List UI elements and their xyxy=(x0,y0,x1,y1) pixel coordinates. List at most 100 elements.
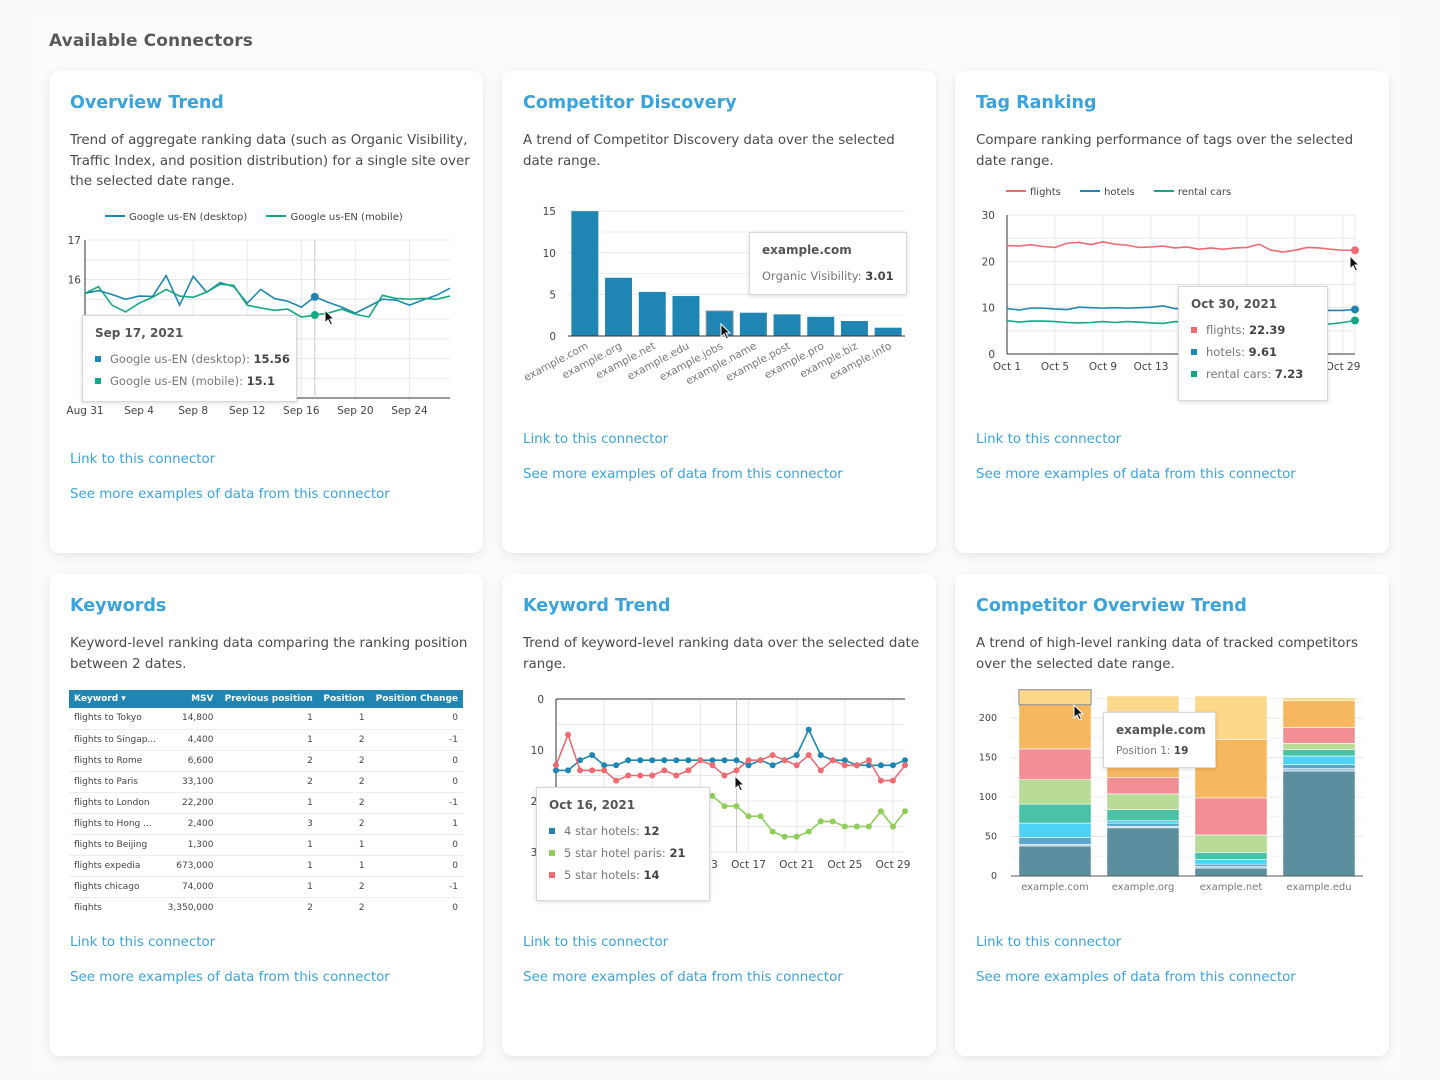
y-tick-label: 200 xyxy=(979,713,997,724)
card-keyword-trend: Keyword Trend Trend of keyword-level ran… xyxy=(502,574,936,1056)
data-point xyxy=(805,828,812,835)
x-tick-label: Oct 9 xyxy=(1089,361,1117,373)
data-point xyxy=(709,757,716,764)
table-cell: 0 xyxy=(369,855,463,877)
data-point xyxy=(841,757,848,764)
table-cell: 6,600 xyxy=(162,750,219,772)
see-more-examples-link[interactable]: See more examples of data from this conn… xyxy=(523,467,843,482)
competitor-discovery-chart[interactable]: 0 5 10 15 example.com example.org example.net e… xyxy=(522,199,922,399)
tooltip-row: Google us-EN (desktop): 15.56 xyxy=(95,352,290,366)
table-cell: flights to Beijing xyxy=(69,834,163,856)
swatch-icon xyxy=(1191,327,1197,333)
stacked-bar-segment xyxy=(1106,827,1180,877)
column-header[interactable]: Position Change xyxy=(369,690,463,708)
link-to-connector[interactable]: Link to this connector xyxy=(976,432,1121,447)
data-point xyxy=(769,762,776,769)
legend-item[interactable]: Google us-EN (mobile) xyxy=(266,212,403,223)
stacked-bar-segment xyxy=(1018,779,1092,805)
data-point xyxy=(793,833,800,840)
stacked-bar-segment xyxy=(1282,743,1356,750)
link-to-connector[interactable]: Link to this connector xyxy=(70,935,215,950)
data-point xyxy=(673,757,680,764)
data-point xyxy=(853,762,860,769)
x-tick-label: example.com xyxy=(1021,882,1089,893)
legend-item[interactable]: flights xyxy=(1006,187,1061,198)
stacked-bar-segment xyxy=(1282,764,1356,769)
y-tick-label: 0 xyxy=(549,331,556,343)
see-more-examples-link[interactable]: See more examples of data from this conn… xyxy=(70,487,390,502)
column-header[interactable]: Keyword ▾ xyxy=(69,690,163,708)
table-cell: 1 xyxy=(218,876,318,898)
link-to-connector[interactable]: Link to this connector xyxy=(523,432,668,447)
data-point xyxy=(625,757,632,764)
column-header[interactable]: MSV xyxy=(162,690,219,708)
table-header-row: Keyword ▾ MSV Previous position Position Pos… xyxy=(69,690,463,708)
series-line xyxy=(84,273,451,314)
legend-item[interactable]: Google us-EN (desktop) xyxy=(105,212,247,223)
table-row: flights expedia 673,000 1 1 0 xyxy=(69,855,463,877)
swatch-icon xyxy=(549,828,555,834)
see-more-examples-link[interactable]: See more examples of data from this conn… xyxy=(976,467,1296,482)
table-cell: 2 xyxy=(317,771,370,793)
x-tick-label: Sep 16 xyxy=(283,405,320,417)
table-cell: 4,400 xyxy=(162,729,219,751)
link-to-connector[interactable]: Link to this connector xyxy=(523,935,668,950)
data-point xyxy=(589,752,596,759)
table-row: flights 3,350,000 2 2 0 xyxy=(69,897,463,911)
y-tick-label: 15 xyxy=(543,206,556,218)
data-point xyxy=(745,762,752,769)
see-more-examples-link[interactable]: See more examples of data from this conn… xyxy=(523,970,843,985)
data-point xyxy=(781,757,788,764)
data-point xyxy=(709,762,716,769)
stacked-bar-segment xyxy=(1282,697,1356,702)
chart-legend: Google us-EN (desktop) Google us-EN (mob… xyxy=(105,212,419,223)
stacked-bar-segment xyxy=(1106,793,1180,810)
card-description: Compare ranking performance of tags over… xyxy=(976,133,1354,169)
data-point xyxy=(889,823,896,830)
column-header[interactable]: Position xyxy=(317,690,370,708)
link-to-connector[interactable]: Link to this connector xyxy=(976,935,1121,950)
x-tick-label: example.org xyxy=(1112,882,1175,893)
stacked-bar-segment xyxy=(1194,867,1268,877)
hover-point xyxy=(310,311,319,320)
column-header[interactable]: Previous position xyxy=(218,690,318,708)
table-cell: 1 xyxy=(218,834,318,856)
stacked-bar-segment xyxy=(1018,837,1092,845)
chart-tooltip: Oct 16, 2021 4 star hotels: 12 5 star ho… xyxy=(536,787,710,901)
data-point xyxy=(601,762,608,769)
tooltip-title: Oct 30, 2021 xyxy=(1191,297,1278,311)
table-cell: -1 xyxy=(369,792,463,814)
data-point xyxy=(817,818,824,825)
link-to-connector[interactable]: Link to this connector xyxy=(70,452,215,467)
data-point xyxy=(601,767,608,774)
data-point xyxy=(721,757,728,764)
data-point xyxy=(889,762,896,769)
table-cell: -1 xyxy=(369,729,463,751)
y-tick-label: 10 xyxy=(982,303,995,315)
table-cell: 2,400 xyxy=(162,813,219,835)
data-point xyxy=(841,762,848,769)
data-point xyxy=(565,767,572,774)
stacked-bar-segment xyxy=(1282,770,1356,877)
chart-svg: 051015example.comexample.orgexample.nete… xyxy=(522,206,905,387)
legend-item[interactable]: rental cars xyxy=(1153,187,1231,198)
data-point xyxy=(781,833,788,840)
data-point xyxy=(793,752,800,759)
card-tag-ranking: Tag Ranking Compare ranking performance … xyxy=(955,71,1389,553)
stacked-bar-segment xyxy=(1282,727,1356,744)
card-competitor-discovery: Competitor Discovery A trend of Competit… xyxy=(502,71,936,553)
y-tick-label: 50 xyxy=(985,832,997,843)
table-cell: 0 xyxy=(369,771,463,793)
data-point xyxy=(769,752,776,759)
stacked-bar-segment xyxy=(1194,797,1268,836)
table-cell: 2 xyxy=(218,897,318,911)
legend-item[interactable]: hotels xyxy=(1080,187,1135,198)
table-scroll-area[interactable]: Keyword ▾ MSV Previous position Position Pos… xyxy=(49,574,483,911)
hover-point xyxy=(1351,246,1359,255)
stacked-bar-segment xyxy=(1194,852,1268,860)
table-cell: 2 xyxy=(218,771,318,793)
see-more-examples-link[interactable]: See more examples of data from this conn… xyxy=(70,970,390,985)
stacked-bar-segment xyxy=(1282,749,1356,757)
bar xyxy=(672,296,700,336)
see-more-examples-link[interactable]: See more examples of data from this conn… xyxy=(976,970,1296,985)
